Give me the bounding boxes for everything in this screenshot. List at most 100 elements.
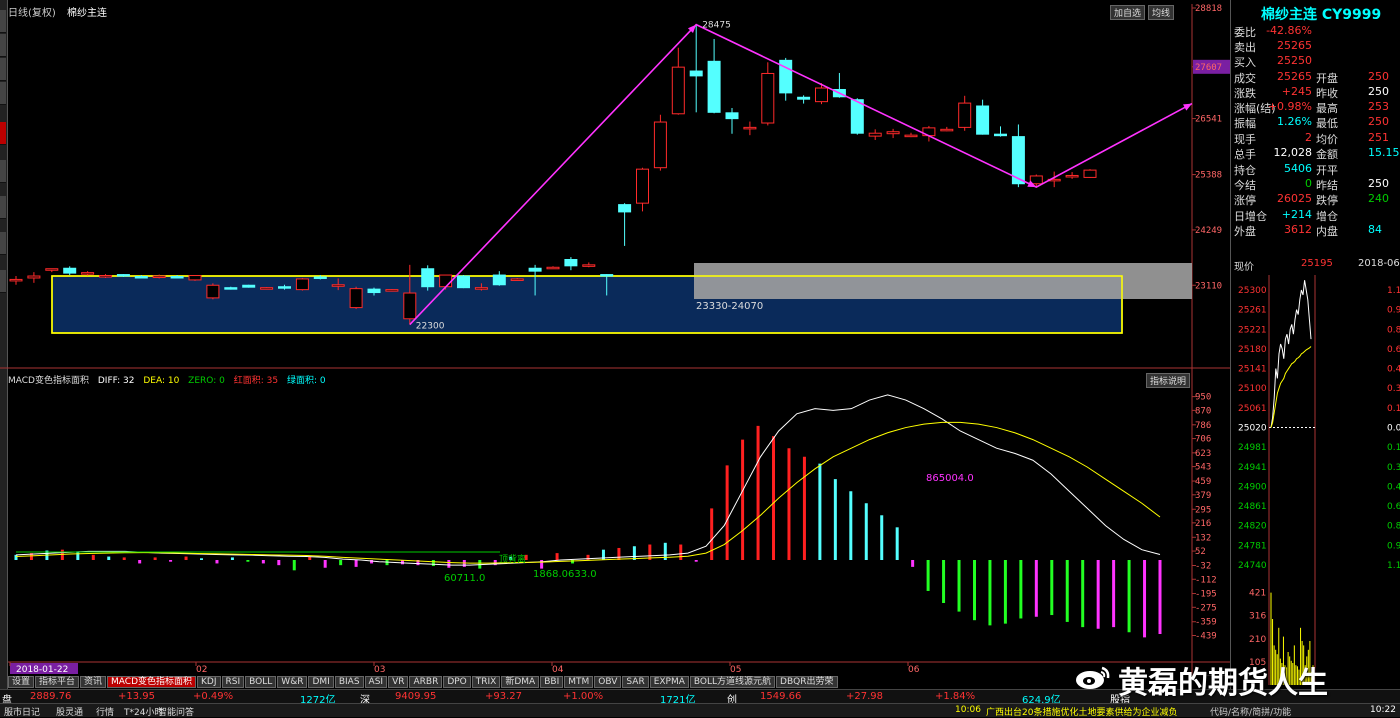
status-item: +1.00%: [563, 691, 604, 702]
indicator-tab[interactable]: KDJ: [197, 676, 221, 688]
quote-label: 总手: [1234, 148, 1256, 161]
macd-tick-label: 379: [1195, 491, 1211, 501]
indicator-tab[interactable]: MACD变色指标面积: [107, 676, 197, 688]
indicator-tab[interactable]: BIAS: [334, 676, 364, 688]
bottom-link[interactable]: 股灵通: [56, 705, 83, 718]
month-label: 03: [374, 665, 385, 675]
indicator-tabs: 设置 指标平台 资讯 MACD变色指标面积 KDJ RSI BOLL W&R DMI BIAS AS…: [8, 676, 839, 688]
quote-label: 今结: [1234, 179, 1256, 192]
mini-vol-tick: 421: [1249, 588, 1266, 598]
quote-label: 成交: [1234, 72, 1256, 85]
candle-body: [940, 128, 954, 132]
mini-pct-tick: 1.12: [1387, 286, 1400, 296]
indicator-tab[interactable]: ARBR: [409, 676, 443, 688]
clock: 10:22: [1370, 705, 1396, 715]
search-box[interactable]: 代码/名称/简拼/功能: [1210, 705, 1291, 718]
indicator-tab[interactable]: ASI: [364, 676, 388, 688]
indicator-tab[interactable]: 指标平台: [35, 676, 80, 688]
quote-row: 委比 -42.86%: [1234, 24, 1400, 39]
indicator-tab[interactable]: SAR: [622, 676, 649, 688]
quote-label: 开盘: [1316, 72, 1338, 85]
chart-area[interactable]: 28818 27607 26541 25388 24249 23110 23330-2407…: [0, 0, 1230, 676]
quote-row: 涨停 26025 跌停 240: [1234, 192, 1400, 207]
bottom-bar: 服市日记 股灵通 行情 T*24小时 智能问答 10:06 广西出台20条措施优化土地要素供…: [0, 703, 1400, 718]
indicator-help-button[interactable]: 指标说明: [1146, 373, 1191, 388]
candle-body: [9, 278, 23, 282]
status-item: +1.84%: [935, 691, 976, 702]
mini-price-tick: 24900: [1238, 482, 1267, 492]
candle-body: [761, 72, 775, 124]
status-item: +13.95: [118, 691, 156, 702]
bottom-link[interactable]: 服市日记: [4, 705, 40, 718]
bottom-link[interactable]: 行情: [96, 705, 114, 718]
news-ticker[interactable]: 广西出台20条措施优化土地要素供给为企业减负: [986, 705, 1177, 718]
candle-body: [743, 126, 757, 130]
mini-vol-tick: 316: [1249, 611, 1266, 621]
mini-pct-tick: 0.00: [1387, 424, 1400, 434]
quote-label: 卖出: [1234, 41, 1256, 54]
mini-pct-tick: 0.96: [1387, 541, 1400, 551]
quote-value: 0: [1305, 177, 1312, 190]
diff-label: DIFF: 32: [97, 376, 135, 386]
quote-row: 总手 12,028 金额 15.15: [1234, 146, 1400, 161]
candle-body: [600, 274, 614, 277]
quote-label: 振幅: [1234, 117, 1256, 130]
mini-pct-tick: 0.64: [1387, 345, 1400, 355]
indicator-tab[interactable]: EXPMA: [649, 676, 689, 688]
macd-annotation: 865004.0: [926, 473, 974, 484]
candle-body: [63, 267, 77, 274]
indicator-tab[interactable]: MTM: [564, 676, 594, 688]
quote-value: -42.86%: [1266, 24, 1312, 37]
indicator-tab[interactable]: 设置: [8, 676, 35, 688]
mini-pct-tick: 0.16: [1387, 404, 1400, 414]
mini-pct-tick: 0.80: [1387, 325, 1400, 335]
candle-body: [1083, 169, 1097, 178]
mini-price-tick: 24861: [1238, 502, 1267, 512]
month-label: 2018-01-22: [16, 665, 68, 675]
quote-label: 均价: [1316, 133, 1338, 146]
macd-tick-label: -32: [1195, 562, 1211, 572]
bottom-link[interactable]: 智能问答: [158, 705, 194, 718]
indicator-tab[interactable]: BOLL方道线源元航: [689, 676, 776, 688]
now-label: 现价: [1234, 262, 1254, 273]
candle-body: [367, 288, 381, 294]
quote-value: 15.15: [1368, 146, 1400, 159]
candle-body: [295, 278, 309, 291]
quote-row: 涨幅(结) +0.98% 最高 253: [1234, 100, 1400, 115]
mini-pct-tick: 1.12: [1387, 561, 1400, 571]
ticker-time: 10:06: [955, 705, 981, 715]
candle-body: [188, 275, 202, 281]
price-tick-label: 28818: [1195, 4, 1222, 14]
indicator-tab[interactable]: BOLL: [245, 676, 277, 688]
quote-value: 250: [1368, 177, 1389, 190]
indicator-tab[interactable]: 新DMA: [501, 676, 540, 688]
indicator-tab[interactable]: W&R: [277, 676, 308, 688]
macd-tick-label: 870: [1195, 406, 1211, 416]
candle-body: [403, 292, 417, 320]
indicator-tab[interactable]: BBI: [540, 676, 564, 688]
candle-body: [99, 275, 112, 278]
candle-body: [618, 204, 632, 213]
indicator-tab[interactable]: RSI: [221, 676, 245, 688]
macd-tick-label: 706: [1195, 435, 1211, 445]
indicator-tab[interactable]: VR: [388, 676, 409, 688]
candle-body: [116, 274, 130, 277]
indicator-tab[interactable]: DPO: [443, 676, 471, 688]
quote-value: +214: [1281, 208, 1312, 221]
mini-pct-tick: 0.80: [1387, 522, 1400, 532]
quote-value: 25265: [1277, 39, 1312, 52]
quote-label: 涨跌: [1234, 87, 1256, 100]
indicator-tab[interactable]: OBV: [594, 676, 622, 688]
candle-body: [385, 289, 399, 292]
indicator-tab[interactable]: DMI: [308, 676, 334, 688]
indicator-tab[interactable]: 资讯: [80, 676, 107, 688]
candle-body: [725, 112, 739, 120]
intraday-mini-chart[interactable]: 25300 1.12 25261 0.96 25221 0.80 25180 0.64 2514…: [1231, 275, 1400, 690]
indicator-tab[interactable]: DBQR出劳荣: [776, 676, 838, 688]
macd-tick-label: 295: [1195, 505, 1211, 515]
indicator-tab[interactable]: TRIX: [471, 676, 501, 688]
dea-label: DEA: 10: [143, 376, 180, 386]
month-label: 04: [552, 665, 564, 675]
macd-tick-label: 786: [1195, 421, 1211, 431]
mini-price-tick: 24820: [1238, 522, 1267, 532]
